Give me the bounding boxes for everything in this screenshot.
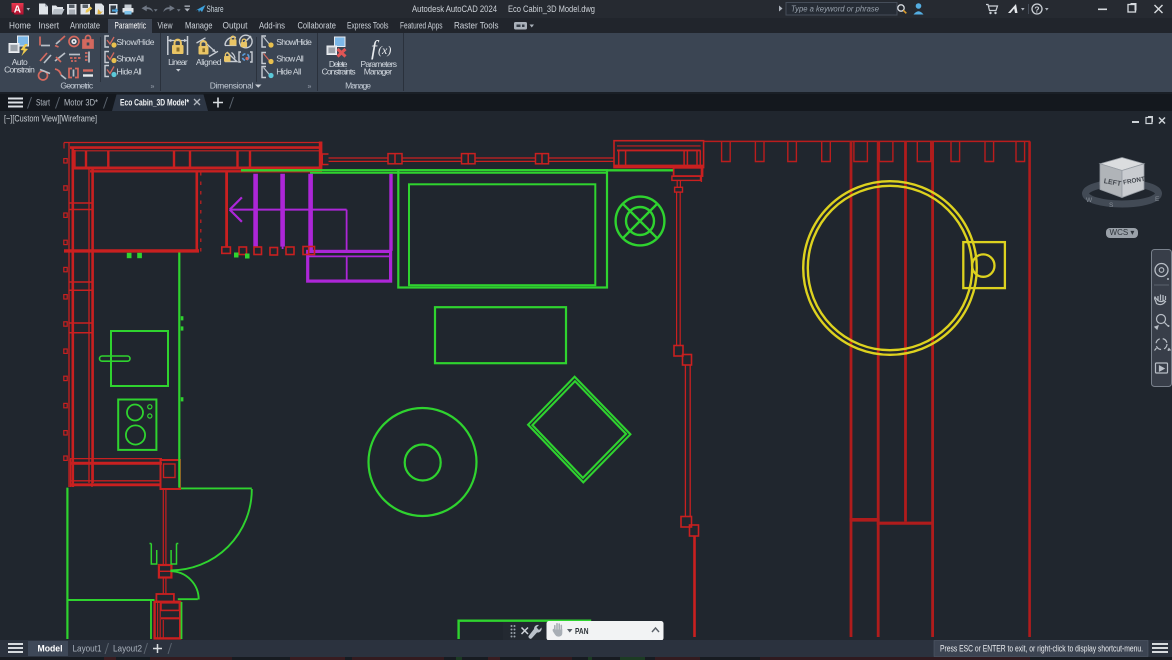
svg-text:Show All: Show All [117,53,145,63]
svg-text:Manage: Manage [185,21,213,31]
svg-text:Manage: Manage [345,80,371,90]
svg-text:Show/Hide: Show/Hide [276,37,312,47]
svg-text:(x): (x) [378,43,391,57]
svg-text:Show/Hide: Show/Hide [117,37,155,47]
svg-text:Constrain: Constrain [4,65,35,75]
svg-text:Eco Cabin_3D Model.dwg: Eco Cabin_3D Model.dwg [508,4,595,14]
svg-text:Model: Model [38,644,63,654]
svg-text:Aligned: Aligned [196,57,222,67]
svg-text:[−][Custom View][Wireframe]: [−][Custom View][Wireframe] [4,114,97,124]
svg-text:Motor 3D*: Motor 3D* [64,98,98,108]
svg-text:»: » [308,84,312,91]
svg-text:Annotate: Annotate [70,21,100,31]
svg-text:Featured Apps: Featured Apps [400,21,443,31]
svg-text:Add-ins: Add-ins [259,21,285,31]
svg-text:Parametric: Parametric [115,21,147,31]
svg-text:E: E [1155,196,1160,203]
svg-text:Insert: Insert [39,21,60,31]
svg-text:Raster Tools: Raster Tools [454,21,499,31]
svg-text:Home: Home [9,21,31,31]
svg-text:Type a keyword or phrase: Type a keyword or phrase [791,4,879,14]
svg-text:S: S [1109,202,1114,209]
svg-text:Linear: Linear [168,57,188,67]
svg-text:Press ESC or ENTER to exit, or: Press ESC or ENTER to exit, or right-cli… [940,644,1143,654]
svg-text:Eco Cabin_3D Model*: Eco Cabin_3D Model* [120,98,189,108]
svg-text:Layout1: Layout1 [73,644,102,654]
svg-text:Hide All: Hide All [117,67,142,77]
svg-text:Output: Output [223,21,248,31]
svg-text:Hide All: Hide All [276,67,301,77]
svg-text:Constraints: Constraints [322,66,356,76]
svg-text:View: View [158,21,173,31]
svg-text:?: ? [1034,4,1039,14]
svg-text:Express Tools: Express Tools [347,21,389,31]
svg-text:Start: Start [36,98,50,108]
svg-text:»: » [151,84,155,91]
svg-text:A: A [14,4,21,15]
svg-text:Dimensional: Dimensional [210,80,254,90]
svg-text:Geometric: Geometric [60,80,93,90]
svg-text:Layout2: Layout2 [113,644,142,654]
svg-text:Share: Share [207,4,224,14]
svg-text:W: W [1086,197,1093,204]
svg-text:Autodesk AutoCAD 2024: Autodesk AutoCAD 2024 [412,4,497,14]
svg-text:Show All: Show All [276,53,304,63]
svg-text:Manager: Manager [364,66,392,76]
svg-text:PAN: PAN [575,626,589,636]
svg-text:Collaborate: Collaborate [298,21,337,31]
